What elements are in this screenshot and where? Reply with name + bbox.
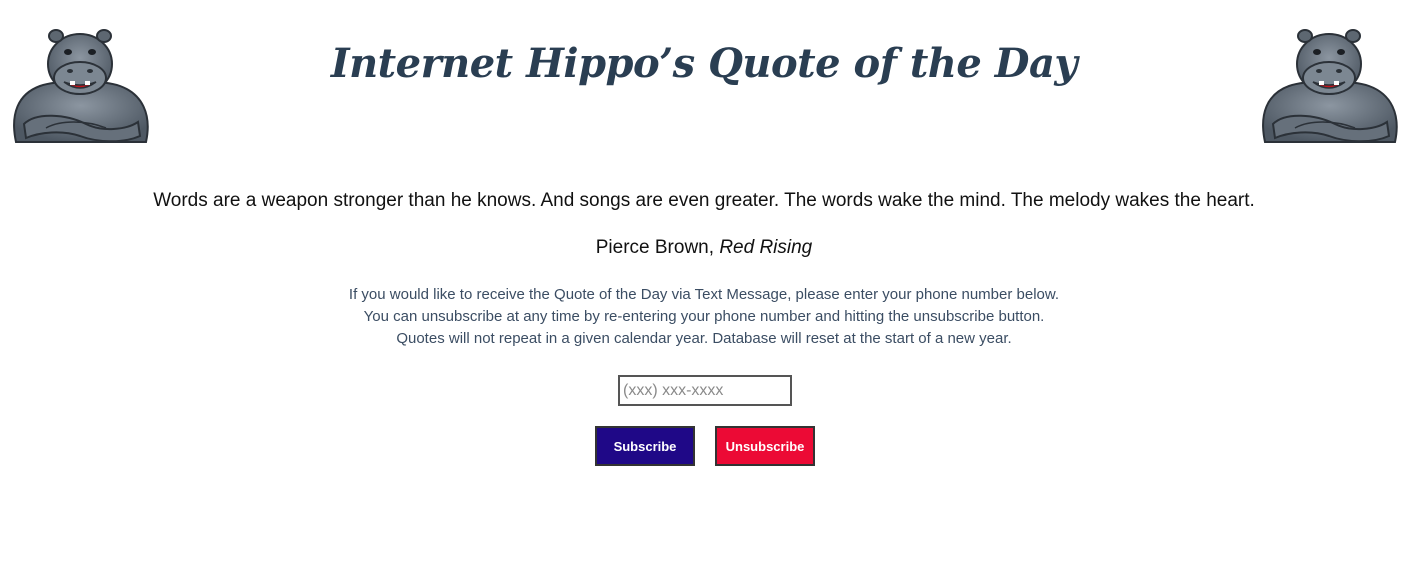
- info-line: Quotes will not repeat in a given calend…: [396, 330, 1012, 347]
- subscription-info: If you would like to receive the Quote o…: [0, 284, 1408, 350]
- quote-author: Pierce Brown,: [595, 237, 715, 258]
- info-line: You can unsubscribe at any time by re-en…: [363, 308, 1045, 325]
- unsubscribe-button[interactable]: Unsubscribe: [715, 426, 815, 466]
- page-title: Internet Hippo’s Quote of the Day: [330, 40, 1078, 87]
- phone-number-input[interactable]: [618, 375, 792, 406]
- quote-work: Red Rising: [719, 237, 813, 258]
- subscribe-button[interactable]: Subscribe: [595, 426, 695, 466]
- hippo-mascot-icon: [1262, 29, 1398, 143]
- quote-attribution: Pierce Brown, Red Rising: [0, 237, 1408, 259]
- quote-text: Words are a weapon stronger than he know…: [153, 190, 1255, 211]
- info-line: If you would like to receive the Quote o…: [348, 286, 1060, 303]
- page: Internet Hippo’s Quote of the Day Words …: [0, 0, 1408, 563]
